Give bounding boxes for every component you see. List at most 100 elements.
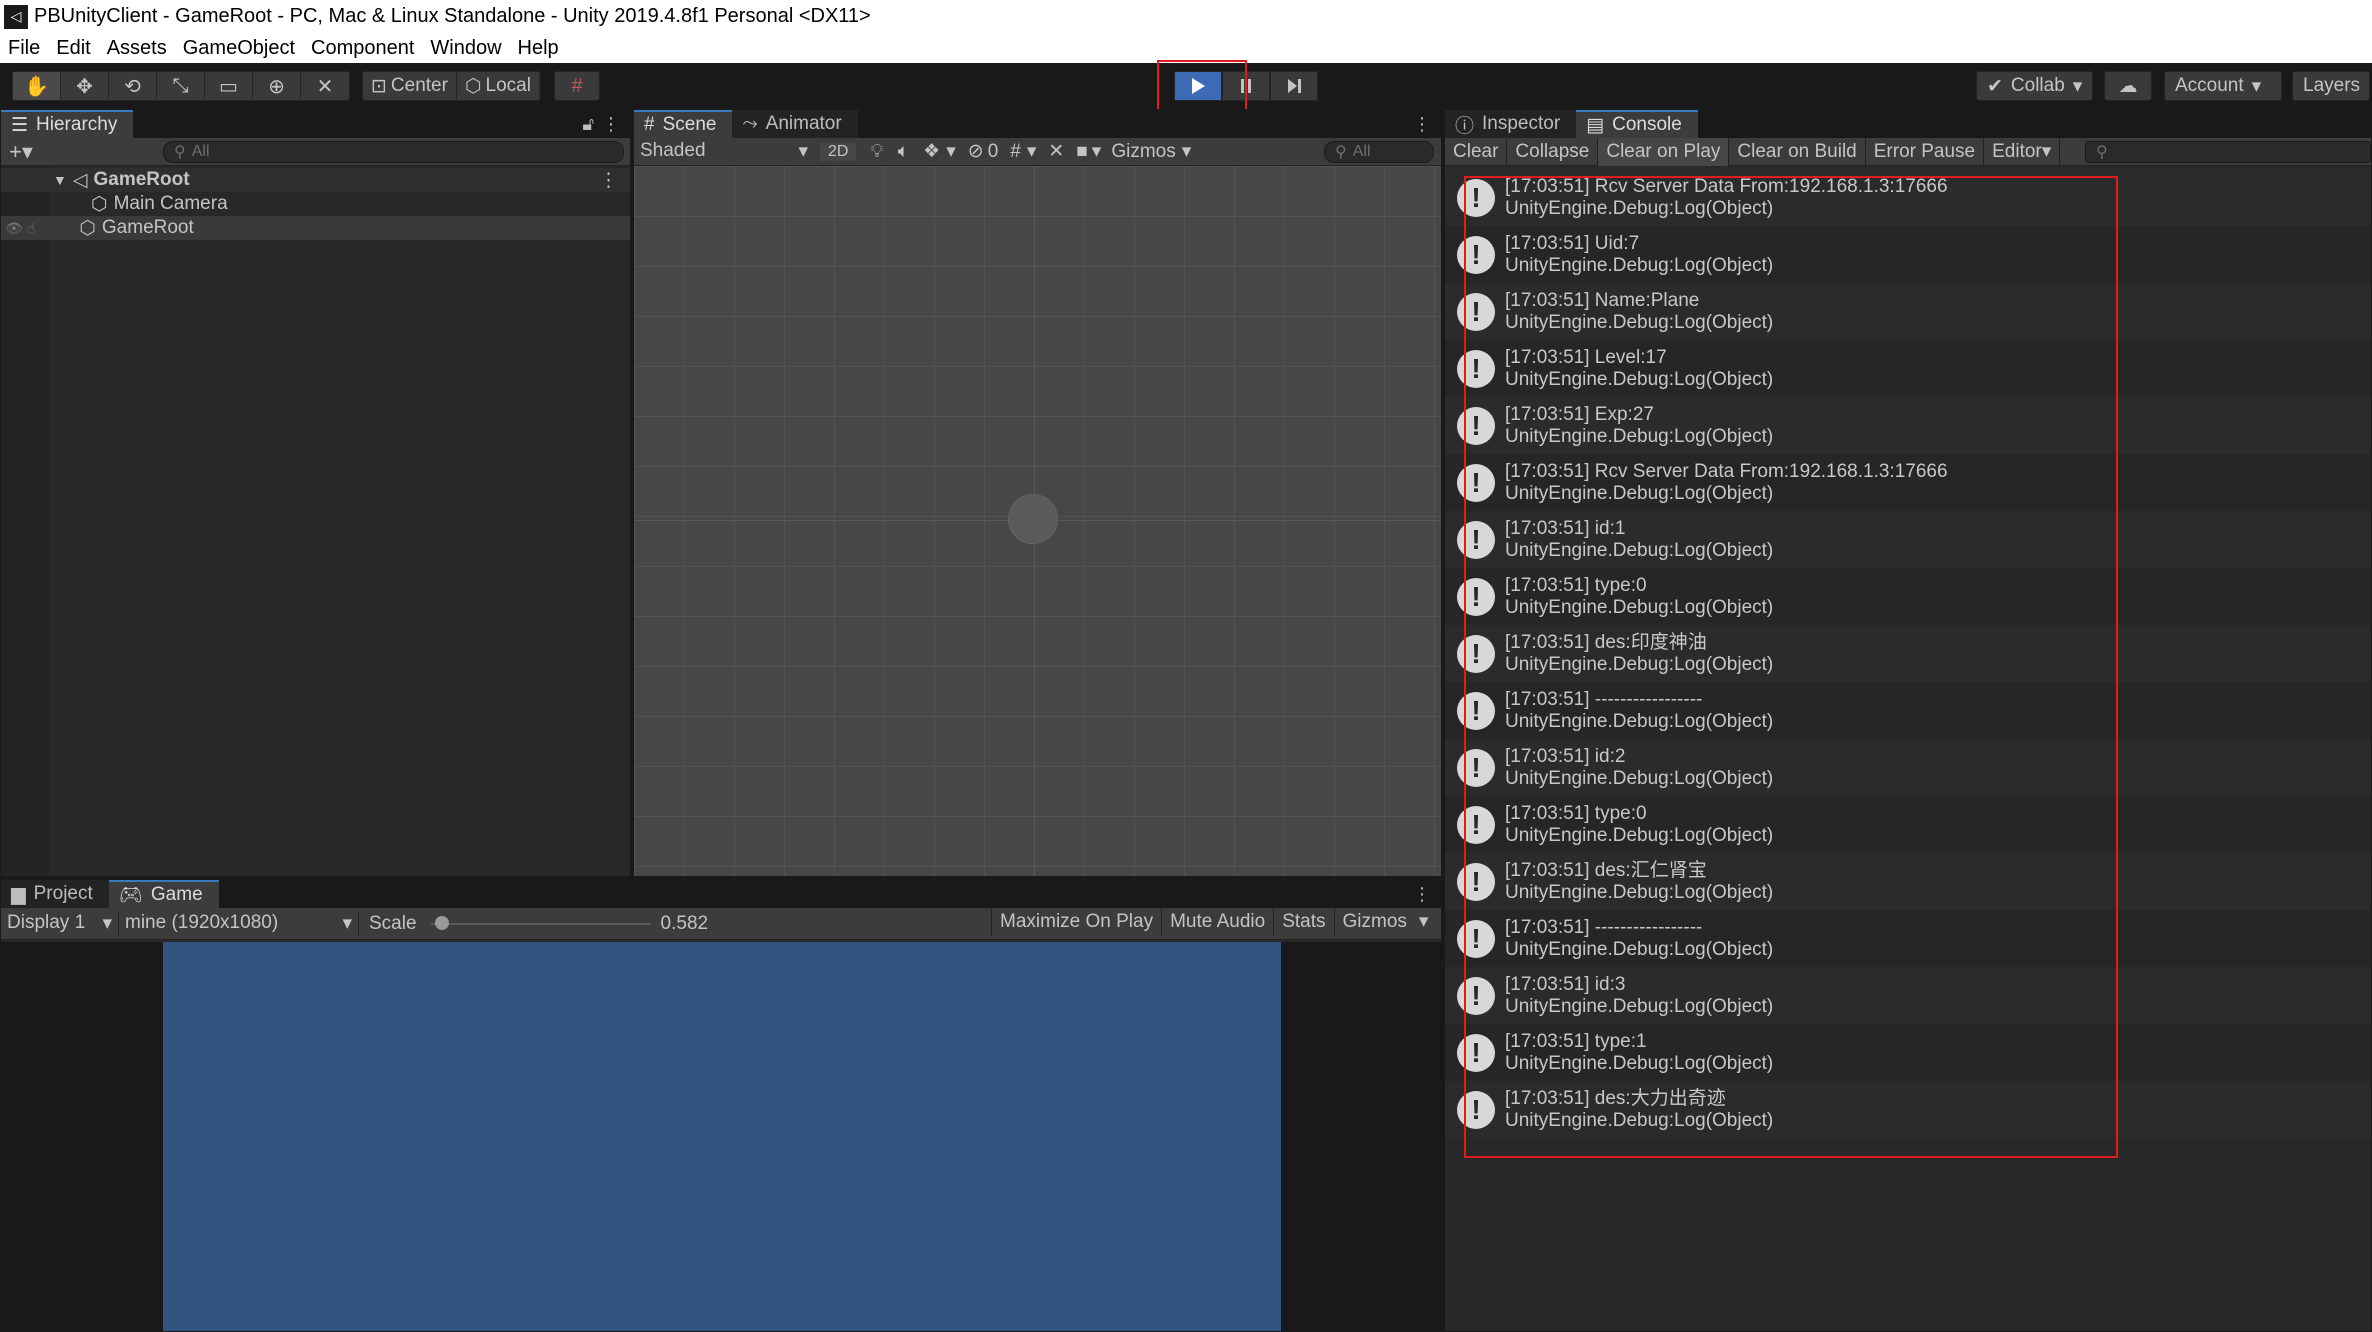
camera-icon[interactable]: ■ [1076,141,1087,163]
tab-scene[interactable]: # Scene [634,110,733,138]
rotate-tool-icon[interactable]: ⟲ [109,72,157,100]
scene-more-icon[interactable]: ⋮ [599,169,618,192]
scene-row[interactable]: ▼ ◁ GameRoot ⋮ [1,168,630,192]
list-item[interactable]: ! [17:03:51] des:印度神油 UnityEngine.Debug:Lo… [1445,625,2371,682]
tab-project[interactable]: ▆ Project [1,880,109,908]
gizmos-dropdown[interactable]: Gizmos [1111,141,1175,163]
tab-inspector[interactable]: ⓘ Inspector [1445,110,1577,138]
scale-slider[interactable] [430,915,651,930]
scene-viewport[interactable] [634,166,1441,876]
transform-tools: ✋ ✥ ⟲ ⤡ ▭ ⊕ ✕ [12,71,350,101]
menu-help[interactable]: Help [510,37,567,60]
clear-on-play-toggle[interactable]: Clear on Play [1598,137,1730,166]
scale-tool-icon[interactable]: ⤡ [157,72,205,100]
tab-hierarchy[interactable]: ☰ Hierarchy [1,110,134,138]
expand-arrow-icon[interactable]: ▼ [53,172,67,188]
audio-icon[interactable]: 🔈︎ [898,141,909,163]
custom-tool-icon[interactable]: ✕ [301,72,349,100]
eye-icon[interactable]: 👁︎ [5,220,23,237]
list-item[interactable]: ! [17:03:51] Exp:27 UnityEngine.Debug:Log(… [1445,397,2371,454]
list-item[interactable]: ! [17:03:51] des:大力出奇迹 UnityEngine.Debug:L… [1445,1081,2371,1138]
list-item[interactable]: ! [17:03:51] des:汇仁肾宝 UnityEngine.Debug:Lo… [1445,853,2371,910]
menu-edit[interactable]: Edit [48,37,98,60]
list-item[interactable]: ⬡ Main Camera [1,192,630,216]
game-viewport[interactable] [1,942,1441,1331]
list-item[interactable]: ! [17:03:51] id:2 UnityEngine.Debug:Log(Ob… [1445,739,2371,796]
chevron-down-icon[interactable]: ▾ [1092,140,1102,163]
stats-toggle[interactable]: Stats [1274,907,1335,936]
list-item[interactable]: ! [17:03:51] ----------------- UnityEngine… [1445,682,2371,739]
tools-icon[interactable]: ✕ [1048,140,1064,163]
move-tool-icon[interactable]: ✥ [61,72,109,100]
list-item[interactable]: ! [17:03:51] type:1 UnityEngine.Debug:Log(… [1445,1024,2371,1081]
pivot-local-button[interactable]: ⬡ Local [457,72,540,100]
list-item[interactable]: 👁︎ ☝︎ ⬡ GameRoot [1,216,630,240]
create-add-icon[interactable]: +▾ [9,139,33,165]
collapse-toggle[interactable]: Collapse [1507,137,1599,166]
scene-search-input[interactable]: ⚲ All [1324,140,1434,163]
rect-tool-icon[interactable]: ▭ [205,72,253,100]
transform-tool-icon[interactable]: ⊕ [253,72,301,100]
log-info-icon: ! [1457,634,1495,673]
mode-2d-button[interactable]: 2D [820,142,857,161]
more-menu-icon[interactable]: ⋮ [1413,884,1431,905]
hidden-objects-icon[interactable]: ⊘ [968,140,984,163]
chevron-down-icon[interactable]: ▾ [946,140,956,163]
display-dropdown[interactable]: Display 1 ▾ [1,912,119,935]
list-item[interactable]: ! [17:03:51] Level:17 UnityEngine.Debug:Lo… [1445,340,2371,397]
menu-component[interactable]: Component [303,37,422,60]
list-item[interactable]: ! [17:03:51] Uid:7 UnityEngine.Debug:Log(O… [1445,226,2371,283]
menu-assets[interactable]: Assets [99,37,175,60]
console-search-input[interactable]: ⚲ [2085,140,2371,163]
grid-snap-icon[interactable]: # [555,72,599,100]
shading-dropdown[interactable]: Shaded ▾ [634,140,816,163]
chevron-down-icon[interactable]: ▾ [1027,140,1037,163]
list-item[interactable]: ! [17:03:51] id:1 UnityEngine.Debug:Log(Ob… [1445,511,2371,568]
tab-game[interactable]: 🎮︎ Game [108,880,219,908]
resolution-label: mine (1920x1080) [125,912,279,933]
game-gizmos-dropdown[interactable]: Gizmos ▾ [1335,908,1437,936]
resolution-dropdown[interactable]: mine (1920x1080) ▾ [119,912,359,935]
list-item[interactable]: ! [17:03:51] type:0 UnityEngine.Debug:Log(… [1445,796,2371,853]
list-item[interactable]: ! [17:03:51] type:0 UnityEngine.Debug:Log(… [1445,568,2371,625]
list-item[interactable]: ! [17:03:51] Rcv Server Data From:192.168… [1445,454,2371,511]
pick-hand-icon[interactable]: ☝︎ [27,220,36,237]
step-button[interactable] [1270,71,1318,101]
grid-toggle-icon[interactable]: # [1010,141,1021,163]
more-menu-icon[interactable]: ⋮ [602,114,620,135]
editor-dropdown[interactable]: Editor ▾ [1984,137,2061,166]
list-item[interactable]: ! [17:03:51] ----------------- UnityEngine… [1445,910,2371,967]
console-log-list[interactable]: ! [17:03:51] Rcv Server Data From:192.168… [1445,166,2371,1331]
list-item[interactable]: ! [17:03:51] Rcv Server Data From:192.168… [1445,169,2371,226]
log-line-2: UnityEngine.Debug:Log(Object) [1505,596,1774,618]
lighting-icon[interactable]: 💡︎ [870,141,883,163]
more-menu-icon[interactable]: ⋮ [1413,114,1431,135]
cloud-button[interactable]: ☁ [2104,71,2152,101]
menu-file[interactable]: File [0,37,48,60]
scale-slider-knob[interactable] [434,915,449,930]
game-tabbar: ▆ Project 🎮︎ Game ⋮ [1,880,1441,908]
menu-gameobject[interactable]: GameObject [175,37,303,60]
account-dropdown[interactable]: Account ▾ [2164,71,2282,101]
tab-console[interactable]: ▤ Console [1576,110,1698,138]
menu-bar: File Edit Assets GameObject Component Wi… [0,33,2372,63]
menu-window[interactable]: Window [422,37,509,60]
maximize-on-play-toggle[interactable]: Maximize On Play [991,907,1163,936]
error-pause-toggle[interactable]: Error Pause [1866,137,1985,166]
tab-animator[interactable]: ⤳ Animator [732,110,858,138]
scene-object-gizmo[interactable] [1008,494,1058,544]
mute-audio-toggle[interactable]: Mute Audio [1162,907,1275,936]
chevron-down-icon[interactable]: ▾ [1182,140,1192,163]
clear-button[interactable]: Clear [1445,137,1508,166]
list-item[interactable]: ! [17:03:51] id:3 UnityEngine.Debug:Log(Ob… [1445,967,2371,1024]
pivot-center-button[interactable]: ⊡ Center [363,72,457,100]
log-message: [17:03:51] Exp:27 UnityEngine.Debug:Log(O… [1505,404,1773,448]
hierarchy-search-input[interactable]: ⚲ All [163,140,624,163]
lock-icon[interactable]: 🔓︎ [582,114,594,135]
layers-dropdown[interactable]: Layers [2292,71,2370,101]
collab-button[interactable]: ✔ Collab ▾ [1976,71,2094,101]
hand-tool-icon[interactable]: ✋ [13,72,61,100]
list-item[interactable]: ! [17:03:51] Name:Plane UnityEngine.Debug:… [1445,283,2371,340]
effects-icon[interactable]: ❖ [923,140,940,163]
clear-on-build-toggle[interactable]: Clear on Build [1729,137,1866,166]
